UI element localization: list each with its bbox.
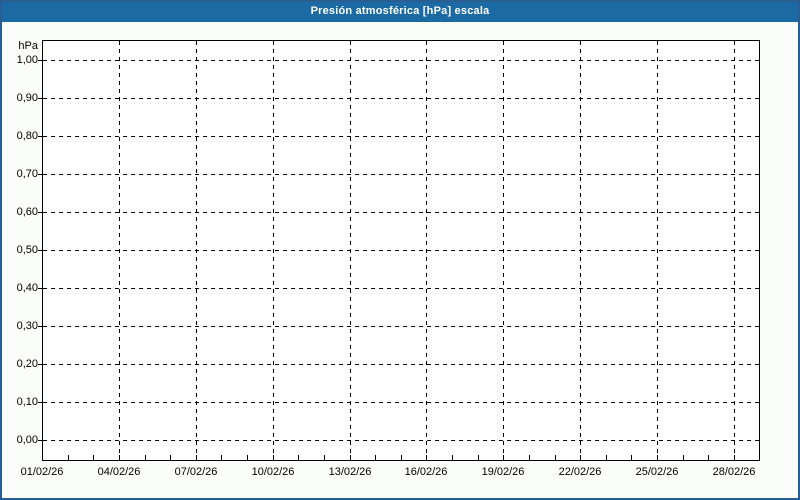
x-axis-tick: [606, 455, 607, 460]
x-tick-label: 16/02/26: [404, 466, 448, 478]
x-axis-tick: [401, 455, 402, 460]
v-gridline: [580, 41, 581, 460]
y-axis-tick: [38, 364, 42, 365]
x-tick-label: 22/02/26: [558, 466, 602, 478]
v-gridline: [503, 41, 504, 460]
h-gridline: [43, 136, 759, 137]
x-axis-tick: [273, 455, 274, 460]
x-axis-tick: [503, 455, 504, 460]
x-axis-tick: [221, 455, 222, 460]
y-axis-tick: [38, 174, 42, 175]
x-axis-tick: [734, 455, 735, 460]
x-axis-tick: [683, 455, 684, 460]
v-gridline: [426, 41, 427, 460]
x-tick-label: 28/02/26: [712, 466, 756, 478]
y-axis-tick: [38, 212, 42, 213]
h-gridline: [43, 98, 759, 99]
x-tick-label: 19/02/26: [481, 466, 525, 478]
x-axis-tick: [529, 455, 530, 460]
x-axis-tick: [580, 455, 581, 460]
x-tick-label: 10/02/26: [251, 466, 295, 478]
y-axis-tick: [38, 288, 42, 289]
x-axis-tick: [119, 455, 120, 460]
y-axis-tick: [38, 98, 42, 99]
x-axis-tick: [708, 455, 709, 460]
v-gridline: [119, 41, 120, 460]
v-gridline: [196, 41, 197, 460]
x-axis-tick: [68, 455, 69, 460]
chart-title-bar: Presión atmosférica [hPa] escala: [0, 0, 800, 22]
y-tick-label: 0,50: [16, 244, 38, 256]
x-axis-tick: [350, 455, 351, 460]
x-axis-tick: [324, 455, 325, 460]
y-tick-label: 0,10: [16, 396, 38, 408]
x-axis-tick: [298, 455, 299, 460]
y-axis-tick: [38, 136, 42, 137]
x-tick-label: 01/02/26: [20, 466, 64, 478]
x-axis-tick: [375, 455, 376, 460]
h-gridline: [43, 174, 759, 175]
h-gridline: [43, 212, 759, 213]
x-axis-tick: [631, 455, 632, 460]
h-gridline: [43, 364, 759, 365]
x-axis-tick: [247, 455, 248, 460]
y-axis-tick: [38, 326, 42, 327]
x-axis-tick: [657, 455, 658, 460]
y-tick-label: 0,80: [16, 130, 38, 142]
y-axis-tick: [38, 440, 42, 441]
y-axis-unit-label: hPa: [18, 40, 38, 52]
h-gridline: [43, 402, 759, 403]
x-tick-label: 25/02/26: [635, 466, 679, 478]
y-axis-tick: [38, 250, 42, 251]
x-axis-tick: [170, 455, 171, 460]
v-gridline: [657, 41, 658, 460]
chart-window: Presión atmosférica [hPa] escala hPa 1,0…: [0, 0, 800, 500]
v-gridline: [273, 41, 274, 460]
y-tick-label: 1,00: [16, 54, 38, 66]
h-gridline: [43, 288, 759, 289]
x-axis-tick: [555, 455, 556, 460]
x-axis-tick: [196, 455, 197, 460]
y-tick-label: 0,40: [16, 282, 38, 294]
y-tick-label: 0,20: [16, 358, 38, 370]
x-axis-tick: [145, 455, 146, 460]
x-tick-label: 07/02/26: [174, 466, 218, 478]
h-gridline: [43, 440, 759, 441]
x-axis-tick: [426, 455, 427, 460]
y-tick-label: 0,30: [16, 320, 38, 332]
y-tick-label: 0,70: [16, 168, 38, 180]
v-gridline: [350, 41, 351, 460]
x-tick-label: 04/02/26: [97, 466, 141, 478]
x-tick-label: 13/02/26: [328, 466, 372, 478]
y-tick-label: 0,90: [16, 92, 38, 104]
x-axis-tick: [452, 455, 453, 460]
v-gridline: [734, 41, 735, 460]
x-axis-tick: [478, 455, 479, 460]
chart-title: Presión atmosférica [hPa] escala: [310, 5, 490, 17]
y-axis-tick: [38, 60, 42, 61]
y-tick-label: 0,00: [16, 434, 38, 446]
h-gridline: [43, 326, 759, 327]
x-axis-tick: [93, 455, 94, 460]
h-gridline: [43, 250, 759, 251]
h-gridline: [43, 60, 759, 61]
y-axis-tick: [38, 402, 42, 403]
y-tick-label: 0,60: [16, 206, 38, 218]
